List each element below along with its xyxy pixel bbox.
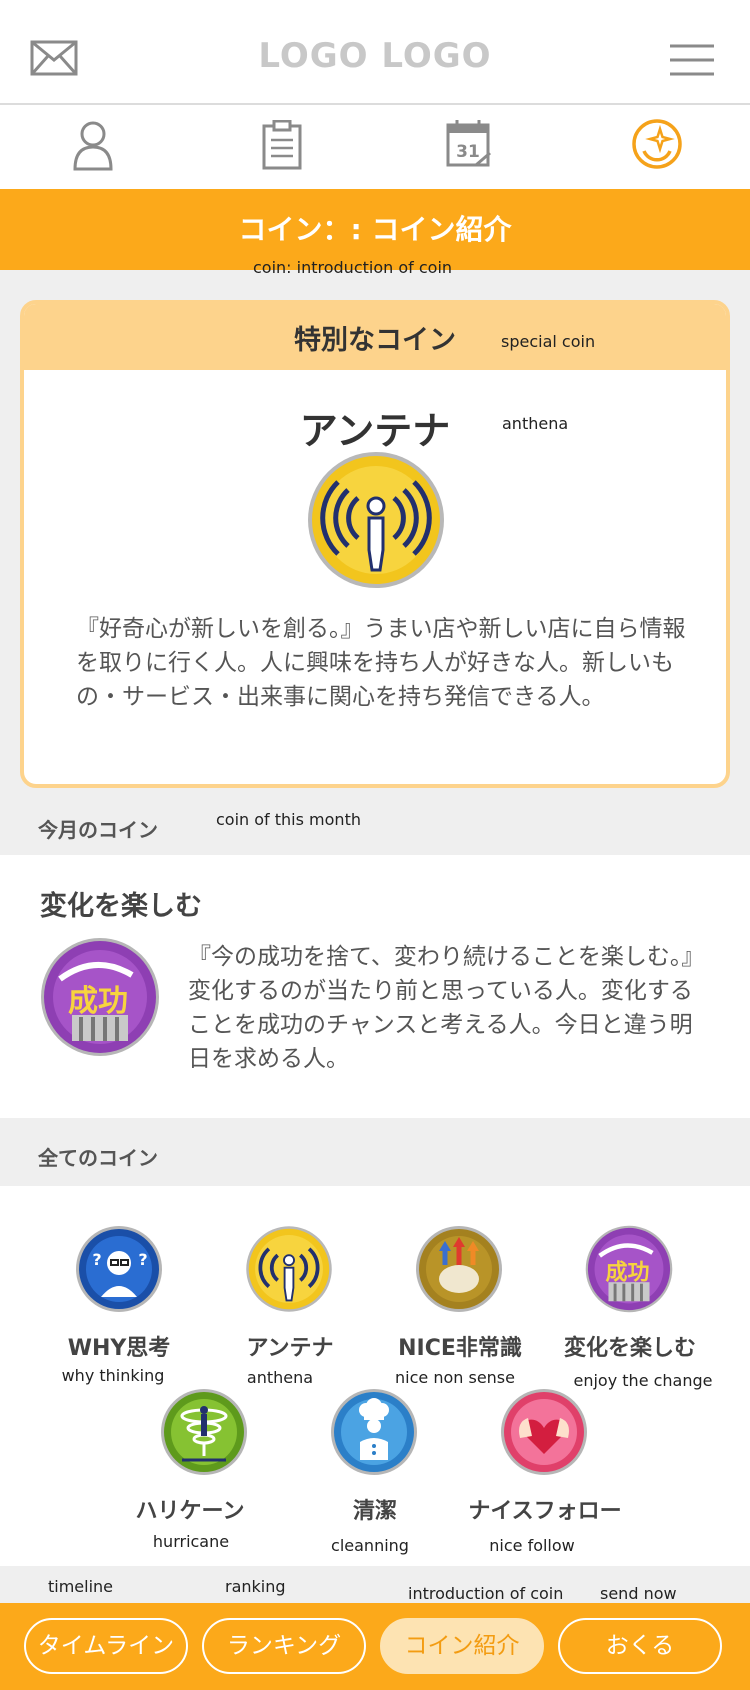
coin-name: ナイスフォロー	[468, 1499, 622, 1524]
main-icon-nav: 31	[0, 105, 750, 189]
special-coin-heading-note: special coin	[501, 332, 596, 351]
nav-note: timeline	[48, 1577, 114, 1596]
special-coin-card: 特別なコイン special coin アンテナ anthena 『好奇心が新し…	[20, 300, 730, 788]
antenna-coin[interactable]	[245, 1225, 333, 1317]
coin-name: アンテナ	[246, 1336, 334, 1361]
hurricane-coin[interactable]	[160, 1388, 248, 1480]
all-coins-label: 全てのコイン	[38, 1146, 158, 1170]
page-title-note: coin: introduction of coin	[253, 258, 453, 277]
app-logo: LOGO LOGO	[258, 36, 492, 76]
why-thinking-coin[interactable]: ? ?	[75, 1225, 163, 1317]
coin-name-note: nice follow	[489, 1536, 575, 1555]
coin-name-note: nice non sense	[395, 1368, 515, 1387]
special-coin-name-note: anthena	[502, 414, 569, 433]
antenna-coin-icon	[306, 450, 446, 594]
month-coin-name: 変化を楽しむ	[40, 891, 202, 922]
nav-note: introduction of coin	[408, 1584, 564, 1603]
enjoy-change-coin[interactable]: 成功	[585, 1225, 673, 1317]
enjoy-change-coin-icon: 成功	[40, 937, 160, 1061]
coin-name: WHY思考	[67, 1336, 171, 1361]
app-header: LOGO LOGO	[0, 0, 750, 105]
coin-name-note: anthena	[246, 1368, 314, 1387]
nav-ranking-button[interactable]: ランキング	[202, 1618, 366, 1674]
coin-name-note: hurricane	[152, 1532, 230, 1551]
nice-non-sense-coin[interactable]	[415, 1225, 503, 1317]
calendar-icon[interactable]: 31	[446, 119, 492, 173]
cleaning-coin[interactable]	[330, 1388, 418, 1480]
clipboard-icon[interactable]	[262, 119, 302, 174]
nav-timeline-button[interactable]: タイムライン	[24, 1618, 188, 1674]
month-section-label: 今月のコイン	[38, 818, 158, 842]
nav-coin-intro-button[interactable]: コイン紹介	[380, 1618, 544, 1674]
month-section-note: coin of this month	[216, 810, 361, 829]
person-icon[interactable]	[72, 120, 114, 176]
coin-name: NICE非常識	[398, 1336, 522, 1361]
special-coin-name: アンテナ	[299, 409, 451, 453]
bottom-nav: タイムライン ランキング コイン紹介 おくる	[0, 1603, 750, 1690]
nice-follow-coin[interactable]	[500, 1388, 588, 1480]
special-coin-card-header: 特別なコイン special coin	[24, 304, 726, 370]
coin-name: 変化を楽しむ	[563, 1336, 696, 1361]
nav-note: ranking	[225, 1577, 286, 1596]
svg-text:?: ?	[138, 1250, 147, 1269]
coin-name: ハリケーン	[135, 1499, 245, 1524]
calendar-day: 31	[456, 142, 480, 162]
coin-badge-text: 成功	[68, 984, 128, 1019]
special-coin-heading: 特別なコイン	[294, 325, 456, 356]
special-coin-description: 『好奇心が新しいを創る。』うまい店や新しい店に自ら情報を取りに行く人。人に興味を…	[76, 616, 686, 710]
hamburger-menu-icon[interactable]	[670, 44, 714, 80]
coin-name: 清潔	[352, 1499, 397, 1524]
coin-badge-text: 成功	[606, 1260, 650, 1285]
month-coin-description: 『今の成功を捨て、変わり続けることを楽しむ。』変化するのが当たり前と思っている人…	[188, 944, 705, 1072]
nav-send-button[interactable]: おくる	[558, 1618, 722, 1674]
coin-icon[interactable]	[630, 117, 684, 175]
nav-note: send now	[600, 1584, 677, 1603]
svg-text:?: ?	[92, 1250, 101, 1269]
